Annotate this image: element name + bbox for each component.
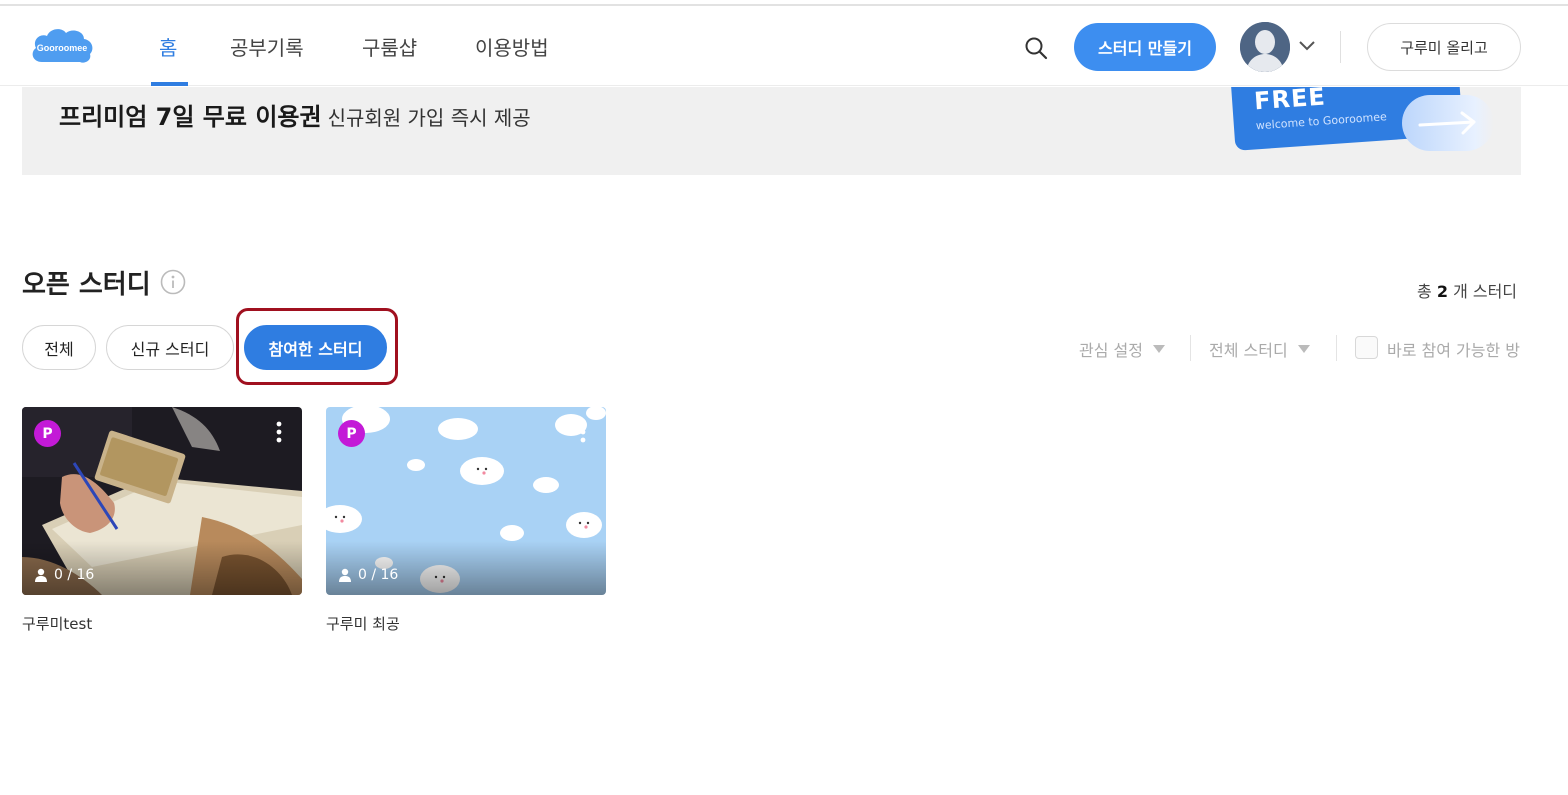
banner-subtext: 신규회원 가입 즉시 제공 bbox=[327, 106, 531, 130]
premium-badge: P bbox=[338, 420, 365, 447]
gooroomee-logo[interactable]: Gooroomee bbox=[28, 24, 96, 68]
nav-active-indicator bbox=[151, 82, 188, 86]
more-options-icon[interactable] bbox=[276, 421, 282, 443]
interest-filter[interactable]: 관심 설정 bbox=[1079, 337, 1165, 361]
more-options-icon[interactable] bbox=[580, 421, 586, 443]
filter-divider bbox=[1336, 335, 1337, 361]
nav-home[interactable]: 홈 bbox=[159, 32, 177, 61]
info-icon[interactable] bbox=[160, 269, 186, 295]
chip-new-study[interactable]: 신규 스터디 bbox=[106, 325, 234, 370]
total-suffix: 개 스터디 bbox=[1453, 282, 1518, 301]
total-number: 2 bbox=[1436, 282, 1448, 301]
join-now-checkbox[interactable] bbox=[1355, 336, 1378, 359]
member-count: 0 / 16 bbox=[338, 567, 398, 583]
study-title[interactable]: 구루미test bbox=[22, 613, 92, 634]
chip-all[interactable]: 전체 bbox=[22, 325, 96, 370]
create-study-button[interactable]: 스터디 만들기 bbox=[1074, 23, 1216, 71]
banner-card-free: FREE bbox=[1253, 87, 1327, 116]
total-study-count: 총 2 개 스터디 bbox=[1417, 278, 1517, 302]
caret-down-icon bbox=[1297, 345, 1310, 353]
section-title: 오픈 스터디 bbox=[22, 270, 151, 300]
header-divider bbox=[1340, 31, 1341, 63]
person-icon bbox=[339, 568, 351, 582]
interest-filter-label: 관심 설정 bbox=[1079, 341, 1143, 360]
caret-down-icon bbox=[1152, 345, 1165, 353]
member-count: 0 / 16 bbox=[34, 567, 94, 583]
chevron-down-icon[interactable] bbox=[1297, 38, 1317, 54]
nav-study-record[interactable]: 공부기록 bbox=[230, 32, 304, 61]
person-icon bbox=[35, 568, 47, 582]
study-title[interactable]: 구루미 최공 bbox=[326, 613, 400, 634]
promo-banner[interactable]: 프리미엄 7일 무료 이용권 신규회원 가입 즉시 제공 FREE welcome… bbox=[22, 87, 1521, 175]
study-card[interactable]: P 0 / 16 bbox=[22, 407, 302, 595]
top-navigation-bar: Gooroomee 홈 공부기록 구룸샵 이용방법 스터디 만들기 구루미 올리… bbox=[0, 6, 1568, 86]
member-count-text: 0 / 16 bbox=[54, 567, 95, 583]
avatar[interactable] bbox=[1240, 22, 1290, 72]
nav-how-to-use[interactable]: 이용방법 bbox=[475, 32, 549, 61]
all-studies-filter-label: 전체 스터디 bbox=[1209, 341, 1288, 360]
banner-text: 프리미엄 7일 무료 이용권 신규회원 가입 즉시 제공 bbox=[59, 97, 531, 132]
nav-shop[interactable]: 구룸샵 bbox=[362, 32, 417, 61]
search-icon[interactable] bbox=[1023, 35, 1049, 61]
study-card[interactable]: P 0 / 16 bbox=[326, 407, 606, 595]
upload-button[interactable]: 구루미 올리고 bbox=[1367, 23, 1521, 71]
join-now-label: 바로 참여 가능한 방 bbox=[1387, 341, 1521, 360]
banner-arrow-button[interactable] bbox=[1402, 95, 1494, 151]
filter-divider bbox=[1190, 335, 1191, 361]
highlight-box bbox=[236, 308, 398, 385]
premium-badge: P bbox=[34, 420, 61, 447]
logo-text: Gooroomee bbox=[37, 43, 88, 53]
banner-headline: 프리미엄 7일 무료 이용권 bbox=[59, 103, 322, 131]
member-count-text: 0 / 16 bbox=[358, 567, 399, 583]
total-prefix: 총 bbox=[1417, 282, 1432, 301]
all-studies-filter[interactable]: 전체 스터디 bbox=[1209, 337, 1310, 361]
